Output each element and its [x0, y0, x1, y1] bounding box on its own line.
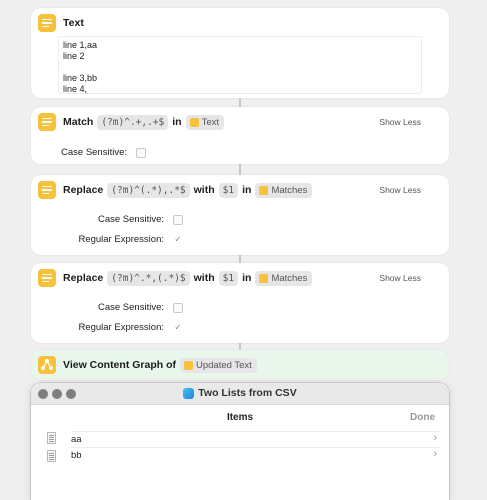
action-title-row: View Content Graph of Updated Text: [63, 357, 257, 373]
text-lines-icon: [38, 181, 56, 199]
regex-row: Regular Expression: ✓: [78, 234, 183, 245]
text-lines-icon: [38, 113, 56, 131]
case-sensitive-label: Case Sensitive:: [97, 302, 164, 313]
input-variable-token[interactable]: Updated Text: [179, 357, 257, 373]
pattern-token[interactable]: (?m)^.+,.+$: [97, 114, 169, 130]
case-sensitive-checkbox[interactable]: [173, 214, 183, 225]
done-button[interactable]: Done: [410, 412, 435, 423]
list-item-label: bb: [71, 450, 82, 461]
case-sensitive-row: Case Sensitive:: [98, 214, 183, 225]
chevron-right-icon: ›: [433, 448, 437, 460]
list-item-label: aa: [71, 434, 82, 445]
replace-action-card[interactable]: Replace (?m)^.*,(.*)$ with $1 in Matches…: [31, 263, 449, 343]
text-line: [63, 62, 417, 73]
in-label: in: [242, 184, 252, 196]
show-less-button[interactable]: Show Less: [379, 117, 421, 127]
case-sensitive-checkbox[interactable]: [136, 147, 147, 158]
action-title: Text: [63, 17, 84, 29]
case-sensitive-label: Case Sensitive:: [61, 147, 128, 158]
graph-icon: [38, 356, 56, 374]
text-line: line 3,bb: [63, 73, 98, 83]
input-variable-label: Updated Text: [195, 359, 252, 371]
flow-connector: [239, 163, 241, 175]
regex-checkbox[interactable]: ✓: [173, 322, 183, 333]
with-label: with: [193, 272, 215, 284]
result-window: Two Lists from CSV Items Done aa › bb ›: [31, 383, 449, 500]
in-label: in: [242, 272, 252, 284]
case-sensitive-row: Case Sensitive:: [61, 147, 147, 158]
text-action-card[interactable]: Text line 1,aa line 2 line 3,bb line 4,: [31, 8, 449, 98]
list-header: Items Done: [31, 405, 449, 431]
action-label: Replace: [63, 272, 104, 284]
text-line: line 2: [63, 51, 85, 61]
replacement-token[interactable]: $1: [218, 182, 239, 198]
input-variable-label: Text: [201, 116, 220, 128]
variable-icon: [189, 117, 199, 127]
text-lines-icon: [38, 14, 56, 32]
action-label: View Content Graph of: [63, 359, 176, 371]
action-label: Match: [63, 116, 94, 128]
list-title: Items: [226, 412, 254, 423]
show-less-button[interactable]: Show Less: [379, 273, 421, 283]
input-variable-token[interactable]: Matches: [255, 270, 313, 286]
show-less-button[interactable]: Show Less: [379, 185, 421, 195]
variable-icon: [259, 185, 269, 195]
action-title-row: Match (?m)^.+,.+$ in Text: [63, 114, 225, 130]
regex-label: Regular Expression:: [78, 322, 164, 333]
with-label: with: [193, 184, 215, 196]
document-icon: [47, 450, 56, 462]
list-item[interactable]: aa ›: [71, 431, 439, 446]
document-icon: [47, 432, 56, 444]
regex-row: Regular Expression: ✓: [78, 322, 183, 333]
case-sensitive-label: Case Sensitive:: [97, 214, 164, 225]
window-titlebar: Two Lists from CSV: [31, 383, 449, 405]
flow-connector: [239, 342, 241, 350]
action-title-row: Replace (?m)^(.*),.*$ with $1 in Matches: [63, 182, 313, 198]
view-content-graph-card[interactable]: View Content Graph of Updated Text: [31, 350, 449, 380]
regex-checkbox[interactable]: ✓: [173, 234, 183, 245]
list-item[interactable]: bb ›: [71, 447, 439, 462]
action-title-row: Text: [63, 15, 84, 31]
text-field[interactable]: line 1,aa line 2 line 3,bb line 4,: [58, 36, 422, 94]
input-variable-label: Matches: [271, 184, 308, 196]
replacement-token[interactable]: $1: [218, 270, 239, 286]
input-variable-label: Matches: [271, 272, 308, 284]
variable-icon: [183, 360, 193, 370]
variable-icon: [259, 273, 269, 283]
in-label: in: [172, 116, 182, 128]
text-lines-icon: [38, 269, 56, 287]
case-sensitive-checkbox[interactable]: [173, 302, 183, 313]
case-sensitive-row: Case Sensitive:: [98, 302, 183, 313]
text-line: line 1,aa: [63, 40, 98, 50]
input-variable-token[interactable]: Text: [185, 114, 225, 130]
chevron-right-icon: ›: [433, 432, 437, 444]
text-line: line 4,: [63, 84, 88, 94]
pattern-token[interactable]: (?m)^(.*),.*$: [107, 182, 190, 198]
pattern-token[interactable]: (?m)^.*,(.*)$: [107, 270, 190, 286]
input-variable-token[interactable]: Matches: [255, 182, 313, 198]
action-label: Replace: [63, 184, 104, 196]
match-action-card[interactable]: Match (?m)^.+,.+$ in Text Show Less Case…: [31, 107, 449, 164]
window-title-group: Two Lists from CSV: [31, 387, 449, 399]
regex-label: Regular Expression:: [78, 234, 164, 245]
replace-action-card[interactable]: Replace (?m)^(.*),.*$ with $1 in Matches…: [31, 175, 449, 255]
action-title-row: Replace (?m)^.*,(.*)$ with $1 in Matches: [63, 270, 313, 286]
shortcuts-app-icon: [183, 387, 195, 399]
window-title: Two Lists from CSV: [198, 387, 297, 399]
